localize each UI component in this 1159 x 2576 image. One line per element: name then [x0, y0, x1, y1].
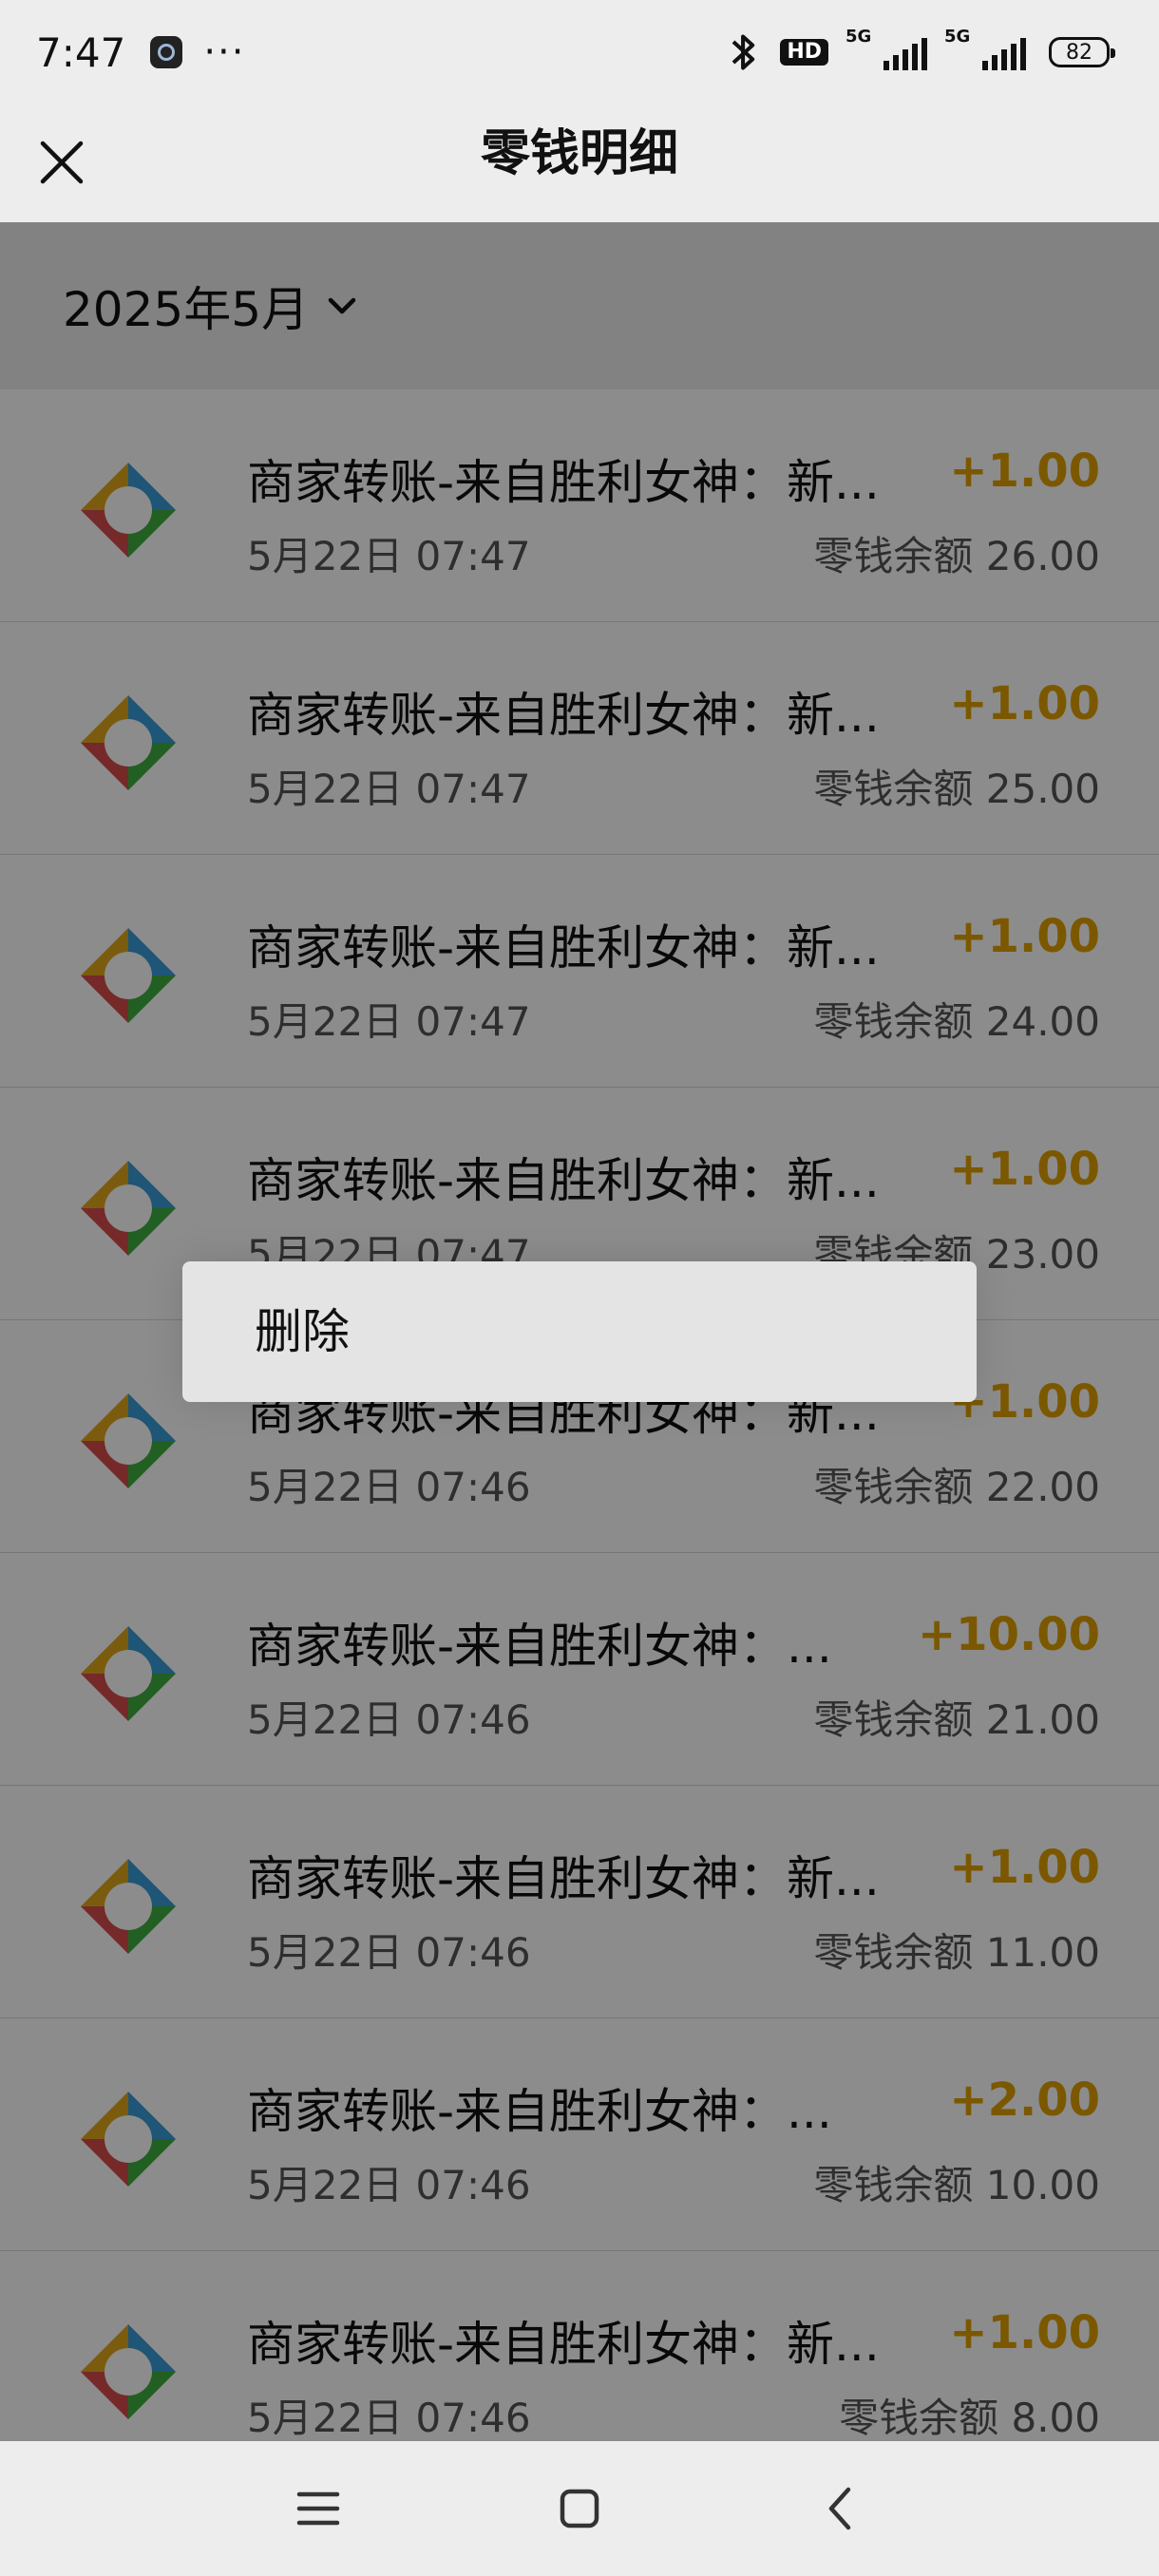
menu-button[interactable] — [285, 2475, 352, 2542]
hd-badge: HD — [780, 39, 828, 66]
app-notification-icon — [150, 36, 183, 68]
nav-header: 零钱明细 — [0, 104, 1159, 222]
status-bar: 7:47 ··· HD 5G 5G 82 — [0, 0, 1159, 104]
signal-icon-2: 5G — [944, 27, 1026, 70]
signal-icon: 5G — [846, 27, 927, 70]
delete-menu-item[interactable]: 删除 — [255, 1261, 350, 1402]
system-navigation-bar — [0, 2441, 1159, 2576]
bluetooth-icon — [732, 34, 755, 70]
status-indicators: HD 5G 5G 82 — [725, 27, 1115, 73]
more-notifications-icon: ··· — [203, 30, 246, 74]
menu-icon — [296, 2491, 340, 2526]
battery-icon: 82 — [1049, 37, 1115, 67]
home-icon — [560, 2489, 599, 2529]
status-time: 7:47 — [36, 28, 126, 76]
back-button[interactable] — [808, 2475, 874, 2542]
back-icon — [828, 2487, 851, 2530]
home-button[interactable] — [546, 2475, 613, 2542]
context-menu: 删除 — [182, 1261, 977, 1402]
page-title: 零钱明细 — [480, 125, 678, 182]
